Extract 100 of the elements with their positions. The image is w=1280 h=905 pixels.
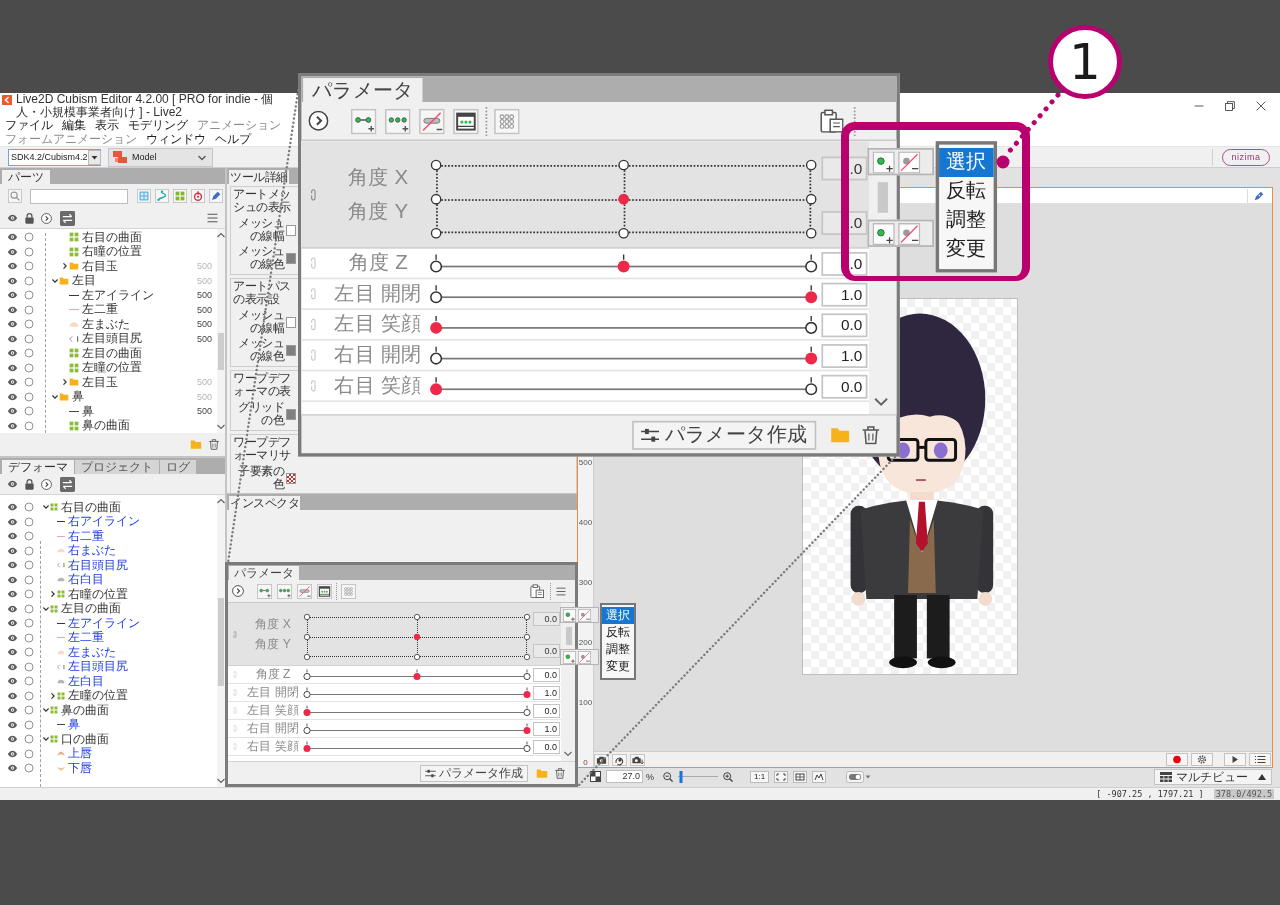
key-point-icon[interactable] [303, 653, 311, 661]
panel-tab[interactable]: ツール詳細 [229, 170, 289, 184]
circle-toggle-icon[interactable] [24, 618, 34, 629]
scroll-up-icon[interactable] [217, 498, 225, 504]
key-point-icon[interactable] [523, 668, 531, 681]
zoom-out-icon[interactable] [663, 771, 673, 782]
curve-icon[interactable] [155, 189, 169, 203]
scroll-down-icon[interactable] [563, 751, 572, 757]
panel-tab[interactable]: パラメータ [303, 78, 423, 102]
key-point-icon[interactable] [804, 314, 819, 335]
circle-toggle-icon[interactable] [24, 304, 34, 315]
trash-icon[interactable] [860, 425, 882, 444]
key-point-icon[interactable] [523, 704, 531, 717]
circle-toggle-icon[interactable] [24, 560, 34, 571]
key-point-icon[interactable] [805, 159, 818, 172]
circle-toggle-icon[interactable] [24, 734, 34, 745]
circle-toggle-icon[interactable] [24, 377, 34, 388]
line-chart-icon[interactable] [812, 770, 827, 783]
circle-toggle-icon[interactable] [24, 348, 34, 359]
dot-grid-icon[interactable] [341, 583, 356, 599]
width-field[interactable] [286, 316, 296, 328]
multi-view-button[interactable]: マルチビュー [1154, 768, 1272, 785]
eye-icon[interactable] [7, 633, 18, 642]
circle-toggle-icon[interactable] [24, 246, 34, 257]
chevron-down-icon[interactable] [43, 605, 49, 612]
add-points-icon[interactable] [350, 107, 377, 134]
tree-item-label[interactable]: 左まぶた [68, 645, 116, 659]
pattern-swatch-icon[interactable] [286, 472, 296, 484]
tree-item-label[interactable]: 左瞳の位置 [82, 361, 142, 375]
scroll-down-icon[interactable] [217, 424, 225, 430]
eye-icon[interactable] [7, 546, 18, 555]
add-points-icon[interactable] [257, 583, 272, 599]
key-point-icon[interactable] [430, 227, 443, 240]
version-select[interactable]: SDK4.2/Cubism4.2 [8, 148, 101, 166]
key-point-icon[interactable] [429, 252, 443, 274]
create-parameter-button[interactable]: パラメータ作成 [420, 764, 528, 782]
circle-toggle-icon[interactable] [24, 290, 34, 301]
add-point-icon[interactable] [872, 222, 895, 245]
add-three-points-icon[interactable] [277, 583, 292, 599]
tree-item-label[interactable]: 左目玉 [82, 375, 118, 389]
swap-icon[interactable] [60, 476, 75, 492]
key-point-icon[interactable] [413, 613, 421, 621]
tree-item-label[interactable]: 右瞳の位置 [82, 245, 142, 259]
add-point-icon[interactable] [872, 150, 895, 173]
restore-icon[interactable] [1225, 101, 1235, 111]
key-point-icon[interactable] [804, 252, 819, 274]
zoom-in-icon[interactable] [723, 771, 733, 782]
menu-item[interactable]: 調整 [939, 206, 994, 235]
clipboard-icon[interactable] [530, 584, 544, 598]
slider-thumb[interactable] [413, 633, 421, 641]
circle-toggle-icon[interactable] [24, 275, 34, 286]
chevron-right-icon[interactable] [62, 263, 68, 270]
add-point-icon[interactable] [563, 650, 576, 664]
circle-toggle-icon[interactable] [24, 545, 34, 556]
circle-toggle-icon[interactable] [24, 391, 34, 402]
fit-screen-icon[interactable] [774, 770, 789, 783]
pen-icon[interactable] [209, 189, 223, 203]
scrollbar-thumb[interactable] [565, 627, 572, 645]
chevron-circle-icon[interactable] [308, 110, 329, 131]
menu-item[interactable]: 反転 [602, 624, 634, 641]
value-field[interactable]: 1.0 [533, 721, 560, 736]
key-point-icon[interactable] [804, 375, 819, 397]
paperclip-icon[interactable] [233, 629, 237, 639]
remove-line-icon[interactable] [297, 583, 312, 599]
circle-toggle-icon[interactable] [24, 661, 34, 672]
slider-thumb[interactable] [429, 375, 443, 397]
key-point-icon[interactable] [303, 686, 311, 699]
parameter-grid[interactable] [301, 611, 533, 663]
tree-item-label[interactable]: 口の曲面 [61, 732, 109, 746]
chevron-right-icon[interactable] [62, 379, 68, 386]
panel-tab[interactable]: ログ [160, 460, 196, 474]
eye-icon[interactable] [7, 276, 18, 285]
key-point-icon[interactable] [617, 227, 630, 240]
toggle-switch-icon[interactable] [846, 770, 872, 783]
add-point-icon[interactable] [563, 608, 576, 622]
slider-thumb[interactable] [523, 722, 531, 735]
paperclip-icon[interactable] [309, 186, 317, 202]
tree-item-label[interactable]: 左目 [72, 274, 96, 288]
tree-item-label[interactable]: 右目玉 [82, 259, 118, 273]
menu-item[interactable]: 変更 [939, 235, 994, 264]
menu-item[interactable]: ウィンドウ [144, 133, 208, 146]
circle-toggle-icon[interactable] [24, 748, 34, 759]
key-point-icon[interactable] [303, 613, 311, 621]
chevron-down-icon[interactable] [43, 504, 49, 511]
rotation-icon[interactable] [191, 189, 205, 203]
tree-item-label[interactable]: 右二重 [68, 529, 104, 543]
eye-icon[interactable] [7, 590, 18, 599]
camera-icon[interactable] [594, 753, 609, 766]
key-point-icon[interactable] [430, 193, 443, 206]
tree-item-label[interactable]: 左瞳の位置 [68, 689, 128, 703]
eye-icon[interactable] [7, 305, 18, 314]
circle-toggle-icon[interactable] [24, 319, 34, 330]
key-point-icon[interactable] [303, 722, 311, 735]
chevron-down-icon[interactable] [52, 393, 58, 400]
scroll-down-icon[interactable] [217, 778, 225, 784]
tree-item-label[interactable]: 鼻 [68, 718, 80, 732]
circle-toggle-icon[interactable] [24, 516, 34, 527]
tree-item-label[interactable]: 右瞳の位置 [68, 587, 128, 601]
value-field[interactable]: 0.0 [533, 739, 560, 754]
eye-icon[interactable] [7, 764, 18, 773]
